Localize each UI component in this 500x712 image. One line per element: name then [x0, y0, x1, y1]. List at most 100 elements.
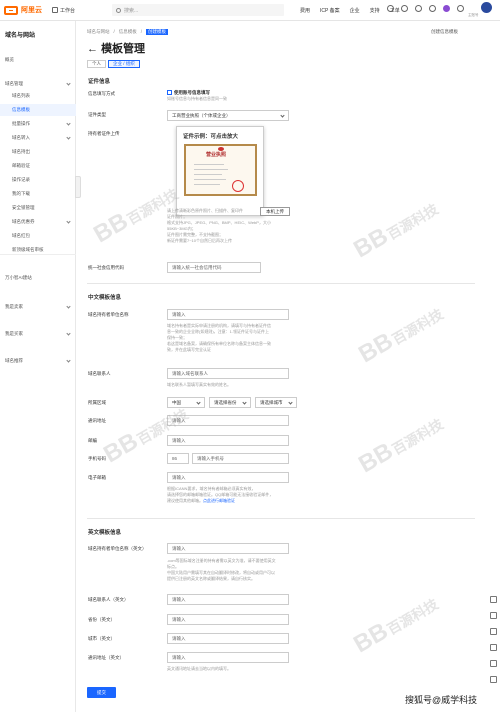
settings-icon[interactable] — [490, 628, 497, 635]
sidebar-item-label: 我是卖家 — [5, 304, 23, 309]
en-contact-input[interactable]: 请输入 — [167, 594, 289, 605]
service-icon[interactable] — [490, 644, 497, 651]
sidebar-item[interactable]: 批量操作 — [0, 118, 76, 130]
sidebar-item-label: 批量操作 — [12, 121, 30, 126]
upload-hints: 请上传清晰彩色原件照片、扫描件、复印件 证件照片； 格式支持JPG、JPEG、P… — [167, 208, 271, 243]
nav-link-icp[interactable]: ICP 备案 — [320, 7, 340, 14]
search-icon — [116, 7, 121, 13]
submit-button[interactable]: 提交 — [87, 687, 116, 698]
city-select[interactable]: 请选择城市 — [255, 397, 297, 408]
country-select[interactable]: 中国 — [167, 397, 205, 408]
bell-icon[interactable] — [401, 5, 408, 12]
cn-contact-input[interactable]: 请输入域名联系人 — [167, 368, 289, 379]
document-icon[interactable] — [490, 612, 497, 619]
sidebar-item-label: 新顶级域名审核 — [12, 247, 44, 252]
logo-text: 阿里云 — [21, 7, 42, 14]
license-title: 营业执照 — [206, 152, 227, 158]
nav-link-enterprise[interactable]: 企业 — [350, 7, 360, 14]
sidebar-item-label: 域名管理 — [5, 81, 23, 86]
back-arrow-icon[interactable]: ← — [87, 43, 98, 55]
divider — [87, 283, 475, 284]
sidebar-item[interactable]: 域名管理 — [0, 78, 76, 90]
ai-icon[interactable] — [490, 660, 497, 667]
sidebar-item[interactable]: 我的下载 — [0, 188, 76, 200]
cert-type-select[interactable]: 工商营业执照（个体或企业） — [167, 110, 289, 121]
cn-org-label: 域名持有者单位名称 — [88, 312, 129, 317]
credit-code-label: 统一社会信用代码 — [88, 265, 124, 270]
sidebar-item-label: 域名列表 — [12, 93, 30, 98]
sidebar-item[interactable]: 我是买家 — [0, 328, 76, 340]
search-input[interactable]: 搜索... — [112, 4, 284, 16]
chat-icon[interactable] — [490, 676, 497, 683]
postcode-input[interactable]: 请输入 — [167, 435, 289, 446]
sidebar-item-label: 万小智AI建站 — [5, 275, 32, 280]
credit-code-input[interactable]: 请输入统一社会信用代码 — [167, 262, 261, 273]
email-verify-link[interactable]: 点此进行邮箱验证 — [203, 498, 235, 503]
province-select[interactable]: 请选择省份 — [209, 397, 251, 408]
phone-label: 手机号码 — [88, 456, 106, 461]
avatar[interactable] — [481, 2, 492, 13]
sidebar-item[interactable]: 域名持出 — [0, 146, 76, 158]
en-city-label: 城市（英文） — [88, 636, 115, 641]
email-input[interactable]: 请输入 — [167, 472, 289, 483]
license-example-image[interactable]: 营业执照 — [184, 144, 257, 196]
sidebar-item-label: 域名优惠券 — [12, 219, 35, 224]
phone-input[interactable]: 请输入手机号 — [192, 453, 289, 464]
chevron-down-icon — [66, 121, 71, 126]
help-icon[interactable] — [429, 5, 436, 12]
sidebar-item-label: 信息模板 — [12, 107, 30, 112]
sidebar-item[interactable]: 概览 — [0, 54, 76, 66]
credit-text: 搜狐号@威学科技 — [405, 695, 478, 705]
nav-link-support[interactable]: 支持 — [370, 7, 380, 14]
screen-icon[interactable] — [387, 5, 394, 12]
ai-assistant-icon[interactable] — [443, 5, 450, 12]
sidebar-item[interactable]: 域名转入 — [0, 132, 76, 144]
sidebar-divider — [0, 254, 76, 255]
sidebar-item[interactable]: 域名红包 — [0, 230, 76, 242]
popup-title: 证件示例：可点击放大 — [183, 134, 239, 140]
sidebar-item[interactable]: 域名优惠券 — [0, 216, 76, 228]
sidebar-item[interactable]: 操作记录 — [0, 174, 76, 186]
en-org-input[interactable]: 请输入 — [167, 543, 289, 554]
phone-prefix[interactable]: 86 — [167, 453, 189, 464]
en-province-input[interactable]: 请输入 — [167, 614, 289, 625]
cn-contact-hint: 域名联系人暂填写真实有效的姓名。 — [167, 382, 231, 387]
owner-type-tabs: 个人 企业 / 组织 — [87, 60, 142, 68]
sidebar: 域名与网站 概览 域名管理 域名列表 信息模板 批量操作 域名转入 域名持出 邮箱验证 操作记录… — [0, 21, 76, 712]
sidebar-item[interactable]: 我是卖家 — [0, 301, 76, 313]
breadcrumb-item[interactable]: 信息模板 — [119, 29, 137, 35]
workbench-label: 工作台 — [60, 7, 76, 14]
use-account-info-checkbox[interactable] — [167, 90, 172, 95]
help-link[interactable]: 创建信息模板 — [431, 29, 458, 35]
breadcrumb-item[interactable]: 域名与网站 — [87, 29, 110, 35]
cn-org-input[interactable]: 请输入 — [167, 309, 289, 320]
sidebar-item[interactable]: 邮箱验证 — [0, 160, 76, 172]
source-label: 信息填写方式 — [88, 91, 115, 96]
sidebar-item-label: 安全锁管理 — [12, 205, 35, 210]
sidebar-item-label: 操作记录 — [12, 177, 30, 182]
en-city-input[interactable]: 请输入 — [167, 633, 289, 644]
sidebar-item[interactable]: 域名列表 — [0, 90, 76, 102]
sidebar-item[interactable]: 信息模板 — [0, 104, 76, 116]
brand-logo[interactable]: 阿里云 — [4, 5, 42, 15]
aliyun-logo-icon — [4, 5, 18, 15]
postcode-label: 邮编 — [88, 438, 97, 443]
page-title-text: 模板管理 — [101, 43, 146, 55]
feedback-icon[interactable] — [490, 596, 497, 603]
tab-personal[interactable]: 个人 — [87, 60, 106, 68]
workbench-icon — [52, 7, 58, 13]
cert-example-popup[interactable]: 证件示例：可点击放大 营业执照 — [176, 126, 264, 216]
en-address-input[interactable]: 请输入 — [167, 652, 289, 663]
sidebar-item[interactable]: 域名推荐 — [0, 355, 76, 367]
language-icon[interactable] — [457, 5, 464, 12]
sidebar-item-label: 域名转入 — [12, 135, 30, 140]
address-input[interactable]: 请输入 — [167, 415, 289, 426]
nav-link-fees[interactable]: 费用 — [300, 7, 310, 14]
chevron-down-icon — [66, 219, 71, 224]
sidebar-item[interactable]: 万小智AI建站 — [0, 272, 76, 284]
sidebar-item[interactable]: 安全锁管理 — [0, 202, 76, 214]
tab-enterprise[interactable]: 企业 / 组织 — [108, 60, 140, 68]
cart-icon[interactable] — [415, 5, 422, 12]
workbench-link[interactable]: 工作台 — [52, 7, 75, 14]
page-title: ← 模板管理 — [87, 40, 145, 56]
